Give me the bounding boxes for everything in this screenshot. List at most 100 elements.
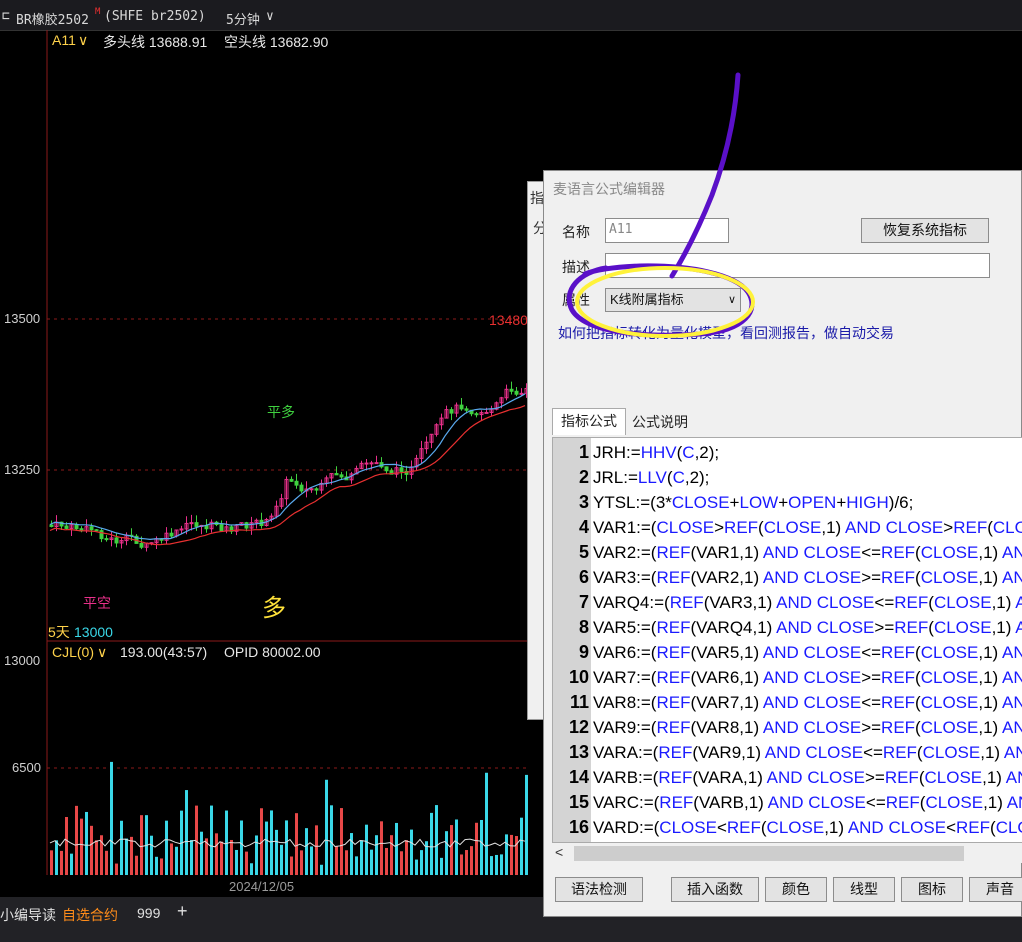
code-editor[interactable]: 1 JRH:=HHV(C,2); 2 JRL:=LLV(C,2); 3 YTSL:=(3*… (552, 437, 1022, 843)
line-number: 13 (568, 742, 589, 762)
volume-bar (210, 805, 213, 875)
tab-watchlist[interactable]: 自选合约 (62, 905, 118, 925)
scrollbar-thumb[interactable] (574, 846, 964, 861)
code-text[interactable]: VAR9:=(REF(VAR8,1) AND CLOSE>=REF(CLOSE,… (593, 715, 1022, 740)
code-line[interactable]: 7 VARQ4:=(REF(VAR3,1) AND CLOSE<=REF(CLOS… (553, 590, 1022, 615)
code-line[interactable]: 16 VARD:=(CLOSE<REF(CLOSE,1) AND CLOSE<RE… (553, 815, 1022, 840)
code-text[interactable]: VARQ4:=(REF(VAR3,1) AND CLOSE<=REF(CLOSE… (593, 590, 1022, 615)
line-style-button[interactable]: 线型 (833, 877, 895, 902)
volume-bar (375, 835, 378, 875)
quant-model-link[interactable]: 如何把指标转化为量化模型，看回测报告，做自动交易 (558, 323, 894, 343)
scroll-left-icon[interactable]: < (555, 844, 563, 860)
volume-bar (380, 821, 383, 875)
volume-bar (505, 834, 508, 875)
chevron-down-icon[interactable]: ∨ (266, 9, 274, 24)
candle-body (369, 462, 374, 465)
code-text[interactable]: VAR7:=(REF(VAR6,1) AND CLOSE>=REF(CLOSE,… (593, 665, 1022, 690)
period-selector[interactable]: 5分钟 (226, 9, 260, 28)
tab-formula[interactable]: 指标公式 (552, 408, 626, 435)
candle-body (449, 409, 454, 414)
volume-bar (490, 856, 493, 875)
code-line[interactable]: 10 VAR7:=(REF(VAR6,1) AND CLOSE>=REF(CLOS… (553, 665, 1022, 690)
volume-bar (200, 831, 203, 875)
volume-bar (480, 819, 483, 875)
code-line[interactable]: 14 VARB:=(REF(VARA,1) AND CLOSE>=REF(CLOS… (553, 765, 1022, 790)
insert-function-button[interactable]: 插入函数 (671, 877, 759, 902)
code-line[interactable]: 6 VAR3:=(REF(VAR2,1) AND CLOSE>=REF(CLOSE… (553, 565, 1022, 590)
volume-value: 193.00(43:57) (120, 644, 208, 660)
icon-button[interactable]: 图标 (901, 877, 963, 902)
volume-bar (440, 857, 443, 875)
opid-value: OPID 80002.00 (224, 644, 321, 660)
volume-bar (400, 851, 403, 875)
volume-bar (345, 850, 348, 875)
code-text[interactable]: JRL:=LLV(C,2); (593, 465, 709, 490)
tab-999[interactable]: 999 (137, 905, 160, 921)
code-line[interactable]: 13 VARA:=(REF(VAR9,1) AND CLOSE<=REF(CLOS… (553, 740, 1022, 765)
volume-indicator-name[interactable]: CJL(0) (52, 644, 94, 660)
horizontal-scrollbar[interactable]: < (552, 843, 1022, 863)
candle-body (114, 537, 119, 544)
code-text[interactable]: VARC:=(REF(VARB,1) AND CLOSE<=REF(CLOSE,… (593, 790, 1022, 815)
code-line[interactable]: 4 VAR1:=(CLOSE>REF(CLOSE,1) AND CLOSE>REF… (553, 515, 1022, 540)
line-number: 4 (578, 517, 589, 537)
code-text[interactable]: VARD:=(CLOSE<REF(CLOSE,1) AND CLOSE<REF(… (593, 815, 1022, 840)
symbol-name[interactable]: BR橡胶2502 (16, 9, 89, 28)
code-text[interactable]: VAR6:=(REF(VAR5,1) AND CLOSE<=REF(CLOSE,… (593, 640, 1022, 665)
code-line[interactable]: 8 VAR5:=(REF(VARQ4,1) AND CLOSE>=REF(CLOS… (553, 615, 1022, 640)
volume-bar (300, 850, 303, 875)
code-text[interactable]: VAR3:=(REF(VAR2,1) AND CLOSE>=REF(CLOSE,… (593, 565, 1022, 590)
chevron-down-icon[interactable]: ∨ (728, 289, 736, 311)
volume-bar (140, 815, 143, 875)
syntax-check-button[interactable]: 语法检测 (555, 877, 643, 902)
code-text[interactable]: VAR2:=(REF(VAR1,1) AND CLOSE<=REF(CLOSE,… (593, 540, 1022, 565)
candle-body (339, 474, 344, 478)
name-field[interactable]: A11 (605, 218, 729, 243)
code-line[interactable]: 5 VAR2:=(REF(VAR1,1) AND CLOSE<=REF(CLOSE… (553, 540, 1022, 565)
chevron-down-icon[interactable]: ∨ (78, 32, 88, 49)
restore-system-indicator-button[interactable]: 恢复系统指标 (861, 218, 989, 243)
code-text[interactable]: VAR1:=(CLOSE>REF(CLOSE,1) AND CLOSE>REF(… (593, 515, 1022, 540)
volume-bar (395, 822, 398, 875)
tab-formula-description[interactable]: 公式说明 (632, 412, 688, 432)
candle-body (514, 390, 519, 395)
candle-body (294, 480, 299, 486)
code-line[interactable]: 12 VAR9:=(REF(VAR8,1) AND CLOSE>=REF(CLOS… (553, 715, 1022, 740)
indicator-name[interactable]: A11 (52, 32, 76, 48)
volume-bar (280, 844, 283, 875)
code-text[interactable]: VARA:=(REF(VAR9,1) AND CLOSE<=REF(CLOSE,… (593, 740, 1022, 765)
code-text[interactable]: VAR8:=(REF(VAR7,1) AND CLOSE<=REF(CLOSE,… (593, 690, 1022, 715)
volume-bar (240, 820, 243, 875)
line-number: 15 (568, 792, 589, 812)
color-button[interactable]: 颜色 (765, 877, 827, 902)
chevron-down-icon[interactable]: ∨ (97, 644, 107, 661)
sound-button[interactable]: 声音 (969, 877, 1022, 902)
volume-bar (190, 840, 193, 875)
volume-bar (265, 821, 268, 875)
back-icon[interactable]: ⊏ (2, 9, 10, 24)
description-field[interactable] (605, 253, 990, 278)
code-line[interactable]: 2 JRL:=LLV(C,2); (553, 465, 709, 490)
signal-long: 多 (262, 594, 286, 622)
background-dialog-title: 指 (530, 190, 544, 206)
volume-bar (450, 825, 453, 875)
code-text[interactable]: YTSL:=(3*CLOSE+LOW+OPEN+HIGH)/6; (593, 490, 913, 515)
code-text[interactable]: VAR5:=(REF(VARQ4,1) AND CLOSE>=REF(CLOSE… (593, 615, 1022, 640)
tab-editor-guide[interactable]: 小编导读 (0, 905, 56, 925)
code-line[interactable]: 9 VAR6:=(REF(VAR5,1) AND CLOSE<=REF(CLOSE… (553, 640, 1022, 665)
volume-bar (365, 824, 368, 875)
code-text[interactable]: VARB:=(REF(VARA,1) AND CLOSE>=REF(CLOSE,… (593, 765, 1022, 790)
code-line[interactable]: 1 JRH:=HHV(C,2); (553, 440, 719, 465)
code-line[interactable]: 3 YTSL:=(3*CLOSE+LOW+OPEN+HIGH)/6; (553, 490, 913, 515)
candle-body (139, 542, 144, 548)
code-text[interactable]: JRH:=HHV(C,2); (593, 440, 719, 465)
code-line[interactable]: 15 VARC:=(REF(VARB,1) AND CLOSE<=REF(CLOS… (553, 790, 1022, 815)
line-number: 3 (578, 492, 589, 512)
code-line[interactable]: 11 VAR8:=(REF(VAR7,1) AND CLOSE<=REF(CLOS… (553, 690, 1022, 715)
line-number: 16 (568, 817, 589, 837)
volume-bar (285, 820, 288, 875)
attribute-select[interactable]: K线附属指标 ∨ (605, 288, 741, 312)
line-number: 7 (578, 592, 589, 612)
volume-bar (70, 853, 73, 875)
add-tab-icon[interactable]: + (177, 901, 188, 922)
